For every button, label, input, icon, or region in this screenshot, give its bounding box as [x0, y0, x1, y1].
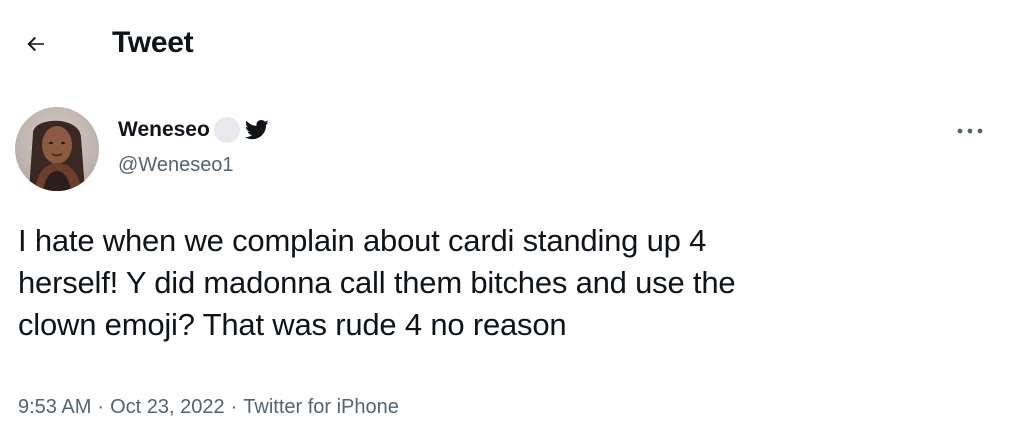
tweet-metadata: 9:53 AM · Oct 23, 2022 · Twitter for iPhone [18, 394, 399, 420]
profile-photo [15, 107, 99, 191]
meta-separator: · [97, 396, 105, 418]
tweet-source[interactable]: Twitter for iPhone [243, 394, 399, 420]
meta-separator: · [230, 396, 238, 418]
tweet-text: I hate when we complain about cardi stan… [18, 223, 736, 342]
avatar[interactable] [15, 107, 99, 191]
tweet-time[interactable]: 9:53 AM [18, 394, 91, 420]
tweet-header: Tweet [0, 0, 1011, 86]
back-button[interactable] [18, 26, 54, 62]
more-options-button[interactable] [950, 118, 990, 144]
author-handle[interactable]: @Weneseo1 [118, 152, 234, 178]
twitter-bird-icon [244, 120, 269, 140]
display-name[interactable]: Weneseo [118, 117, 210, 143]
page-title: Tweet [112, 26, 194, 59]
more-horizontal-icon [957, 128, 983, 134]
name-emoji-icon [213, 117, 240, 143]
author-name-row: Weneseo [118, 117, 269, 143]
arrow-left-icon [27, 36, 44, 52]
tweet-date[interactable]: Oct 23, 2022 [110, 394, 225, 420]
